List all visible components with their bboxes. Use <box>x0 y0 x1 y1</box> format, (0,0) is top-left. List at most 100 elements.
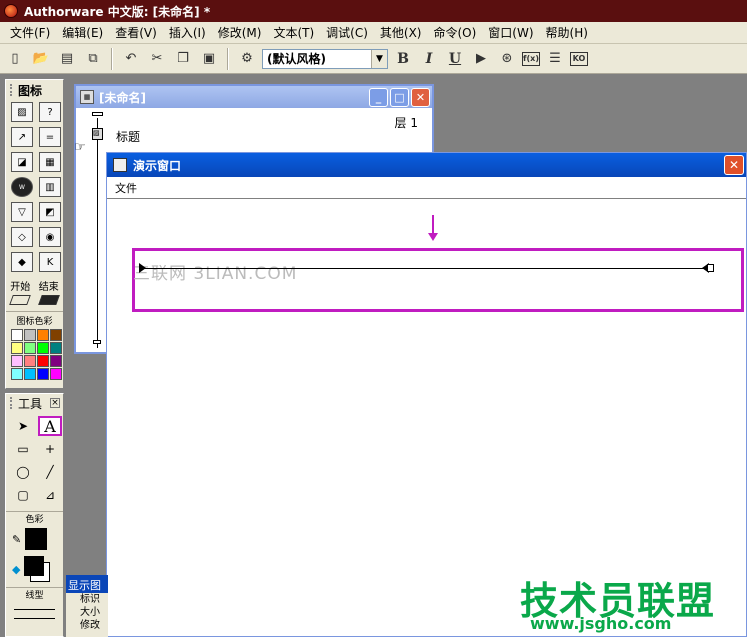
icon-color-swatches <box>6 327 63 382</box>
maximize-button[interactable]: □ <box>390 87 409 107</box>
variables-icon[interactable]: ☰ <box>544 48 566 70</box>
new-file-icon[interactable]: ▯ <box>4 48 26 70</box>
start-flag-label: 开始 <box>10 282 31 293</box>
menu-other[interactable]: 其他(X) <box>374 24 428 41</box>
display-icon[interactable]: ▨ <box>92 128 103 140</box>
color-swatch[interactable] <box>37 355 49 367</box>
framework-icon[interactable]: ▥ <box>39 177 61 197</box>
display-icon[interactable]: ▨ <box>11 102 33 122</box>
interaction-icon[interactable]: ? <box>39 102 61 122</box>
motion-icon[interactable]: ↗ <box>11 127 33 147</box>
italic-button[interactable]: I <box>418 48 440 70</box>
save-all-icon[interactable]: ▤ <box>56 48 78 70</box>
wait-icon[interactable]: W <box>11 177 33 197</box>
color-swatch[interactable] <box>11 368 23 380</box>
tools-palette-title: 工具 <box>18 396 43 411</box>
menu-help[interactable]: 帮助(H) <box>540 24 594 41</box>
calculation-icon[interactable]: = <box>39 127 61 147</box>
end-flag-icon[interactable] <box>37 295 60 305</box>
color-swatch[interactable] <box>11 329 23 341</box>
rounded-rect-tool-icon[interactable]: ▢ <box>11 485 35 505</box>
line-option[interactable] <box>14 618 55 619</box>
diagonal-line-tool-icon[interactable]: ╱ <box>38 462 62 482</box>
copy-icon[interactable]: ❐ <box>172 48 194 70</box>
close-button[interactable]: ✕ <box>411 87 430 107</box>
minimize-button[interactable]: _ <box>369 87 388 107</box>
flowline-icon-label[interactable]: 标题 <box>116 128 140 145</box>
color-swatch[interactable] <box>24 342 36 354</box>
drawn-line[interactable] <box>144 268 708 269</box>
dvd-icon[interactable]: ◉ <box>39 227 61 247</box>
underline-button[interactable]: U <box>444 48 466 70</box>
bold-button[interactable]: B <box>392 48 414 70</box>
properties-label-modified: 修改 <box>80 620 100 631</box>
text-tool-button[interactable]: A <box>38 416 62 436</box>
ellipse-tool-icon[interactable]: ◯ <box>11 462 35 482</box>
color-swatch[interactable] <box>50 342 62 354</box>
fill-color-swatch[interactable] <box>24 556 52 582</box>
grip-icon[interactable] <box>10 397 14 409</box>
line-color-swatch[interactable] <box>25 528 48 550</box>
color-swatch[interactable] <box>50 355 62 367</box>
toolbar: ▯ 📂 ▤ ⧉ ↶ ✂ ❐ ▣ ⚙ (默认风格) ▼ B I U ▶ ⊛ f(x… <box>0 44 747 74</box>
rectangle-tool-icon[interactable]: ▭ <box>11 439 35 459</box>
import-icon[interactable]: ⧉ <box>82 48 104 70</box>
erase-icon[interactable]: ◪ <box>11 152 33 172</box>
pointer-tool-icon[interactable]: ➤ <box>11 416 35 436</box>
icon-colors-label: 图标色彩 <box>6 311 63 327</box>
cut-icon[interactable]: ✂ <box>146 48 168 70</box>
thin-line-option[interactable] <box>14 609 55 610</box>
menu-file[interactable]: 文件(F) <box>4 24 56 41</box>
find-icon[interactable]: ⚙ <box>236 48 258 70</box>
pen-color-icon[interactable]: ✎ <box>12 533 21 546</box>
color-swatch[interactable] <box>37 368 49 380</box>
menu-view[interactable]: 查看(V) <box>109 24 163 41</box>
menu-insert[interactable]: 插入(I) <box>163 24 212 41</box>
polygon-tool-icon[interactable]: ⊿ <box>38 485 62 505</box>
fill-bucket-icon[interactable]: ◆ <box>12 563 20 576</box>
color-swatch[interactable] <box>50 329 62 341</box>
start-flag-icon[interactable] <box>9 295 32 305</box>
flowline-title: [未命名] <box>99 90 146 105</box>
text-style-select[interactable]: (默认风格) ▼ <box>262 48 388 69</box>
color-swatch[interactable] <box>24 355 36 367</box>
crosshair-line-tool-icon[interactable]: + <box>38 439 62 459</box>
brand-url: www.jsgho.com <box>530 614 672 633</box>
menu-window[interactable]: 窗口(W) <box>482 24 539 41</box>
color-swatch[interactable] <box>24 329 36 341</box>
navigate-icon[interactable]: ▽ <box>11 202 33 222</box>
presentation-window: 演示窗口 ✕ 文件 三联网 3LIAN.COM <box>106 152 747 637</box>
grip-icon[interactable] <box>10 84 14 96</box>
line-start-handle[interactable] <box>139 263 146 273</box>
knowledge-objects-button[interactable]: KO <box>570 51 588 66</box>
color-swatch[interactable] <box>37 329 49 341</box>
chevron-down-icon[interactable]: ▼ <box>371 49 387 68</box>
functions-button[interactable]: f(x) <box>522 51 540 66</box>
control-panel-icon[interactable]: ⊛ <box>496 48 518 70</box>
layer-indicator: 层 1 <box>394 116 418 130</box>
menu-text[interactable]: 文本(T) <box>267 24 320 41</box>
knowledge-object-icon[interactable]: K <box>39 252 61 272</box>
paste-icon[interactable]: ▣ <box>198 48 220 70</box>
open-folder-icon[interactable]: 📂 <box>30 48 52 70</box>
menu-edit[interactable]: 编辑(E) <box>56 24 109 41</box>
run-icon[interactable]: ▶ <box>470 48 492 70</box>
undo-icon[interactable]: ↶ <box>120 48 142 70</box>
menu-modify[interactable]: 修改(M) <box>212 24 268 41</box>
presentation-title-bar: 演示窗口 ✕ <box>107 153 746 177</box>
color-swatch[interactable] <box>50 368 62 380</box>
presentation-menu-file[interactable]: 文件 <box>115 180 137 196</box>
menu-command[interactable]: 命令(O) <box>427 24 482 41</box>
map-icon[interactable]: ▦ <box>39 152 61 172</box>
sound-icon[interactable]: ◆ <box>11 252 33 272</box>
color-swatch[interactable] <box>11 355 23 367</box>
line-end-square-handle[interactable] <box>707 264 714 272</box>
menu-debug[interactable]: 调试(C) <box>320 24 374 41</box>
movie-icon[interactable]: ◩ <box>39 202 61 222</box>
color-swatch[interactable] <box>37 342 49 354</box>
color-swatch[interactable] <box>11 342 23 354</box>
color-swatch[interactable] <box>24 368 36 380</box>
decision-icon[interactable]: ◇ <box>11 227 33 247</box>
close-icon[interactable]: × <box>50 398 60 408</box>
close-button[interactable]: ✕ <box>724 155 744 175</box>
